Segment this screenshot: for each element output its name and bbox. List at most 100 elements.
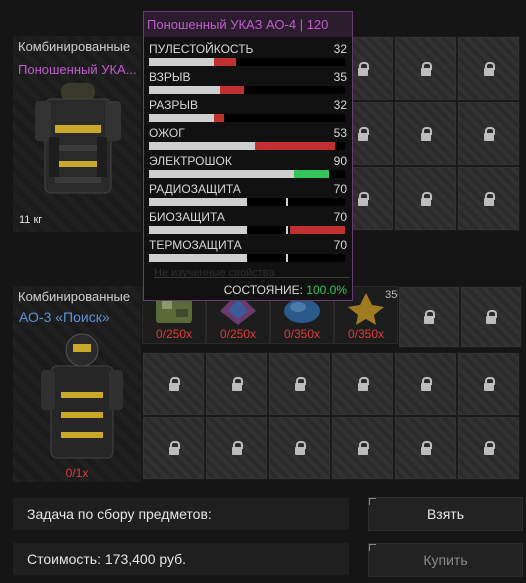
armor-vest-image [35,83,121,194]
stat-value: 90 [333,154,347,168]
ingredient-count: 0/350x [283,327,321,341]
stat-bar-fill [149,114,214,122]
stat-value: 70 [333,238,347,252]
lock-icon [483,441,495,455]
take-button-label: Взять [426,506,465,522]
top-item-card[interactable]: Комбинированные Поношенный УКА... 11 кг [13,36,141,232]
top-item-category: Комбинированные [18,39,131,54]
locked-slot [457,36,520,101]
bottom-item-name: АО-3 «Поиск» [19,309,110,325]
stat-bar-fill [149,58,214,66]
stat-row: РАДИОЗАЩИТА 70 [149,180,350,208]
stat-bar [149,142,345,150]
stat-bar-fill [149,198,247,206]
task-bar: Задача по сбору предметов: [13,498,349,530]
buy-button-label: Купить [423,552,468,568]
stat-bar-marker [286,254,288,262]
stat-bar-fill [149,254,247,262]
locked-slot [142,352,205,416]
bottom-item-category: Комбинированные [18,289,131,304]
cost-label: Стоимость: 173,400 руб. [27,551,187,567]
lock-icon [424,310,435,324]
locked-slot [394,36,457,101]
stat-bar [149,170,345,178]
take-button[interactable]: Взять [368,497,523,531]
lock-icon [420,191,432,206]
lock-icon [231,441,243,455]
stat-value: 70 [333,210,347,224]
condition-value: 100.0% [306,283,347,297]
locked-slot [142,416,205,480]
stat-row: БИОЗАЩИТА 70 [149,208,350,236]
lock-icon [168,377,180,391]
stat-bar [149,198,345,206]
stat-value: 32 [333,98,347,112]
stat-bar-bonus [294,170,329,178]
locked-slot [205,416,268,480]
lock-icon [357,191,369,206]
lock-icon [357,441,369,455]
button-corner-tl [369,498,376,505]
locked-slot [457,166,520,231]
stat-name: ПУЛЕСТОЙКОСТЬ [149,42,254,56]
bottom-item-card[interactable]: Комбинированные АО-3 «Поиск» 0/1x [13,286,141,482]
lock-icon [483,126,495,141]
lock-icon [294,377,306,391]
stat-bar [149,58,345,66]
ingredient-count: 0/250x [155,327,193,341]
stat-bar-fill [149,170,294,178]
stat-bar-penalty [214,58,236,66]
stat-row: РАЗРЫВ 32 [149,96,350,124]
lock-icon [420,377,432,391]
lock-icon [486,310,497,324]
stat-bar-penalty [255,142,335,150]
stat-value: 35 [333,70,347,84]
lock-icon [483,191,495,206]
lock-icon [357,61,369,76]
condition-label: СОСТОЯНИЕ: [223,283,303,297]
item-weight: 11 кг [19,214,43,226]
lock-icon [357,377,369,391]
ingredient-count: 0/250x [219,327,257,341]
item-tooltip: Поношенный УКАЗ АО-4 | 120 ПУЛЕСТОЙКОСТЬ… [143,11,353,301]
locked-slot [394,352,457,416]
button-corner-tl [369,544,376,551]
buy-button[interactable]: Купить [368,543,523,577]
armor-suit-image [41,333,123,459]
tooltip-title: Поношенный УКАЗ АО-4 | 120 [144,12,352,37]
bottom-item-count: 0/1x [65,466,89,480]
stat-name: БИОЗАЩИТА [149,210,225,224]
locked-slot [460,286,522,348]
stat-bar [149,254,345,262]
stat-bar-marker [286,198,288,206]
lock-icon [231,377,243,391]
stat-bar-fill [149,86,220,94]
cost-bar: Стоимость: 173,400 руб. [13,543,349,575]
top-item-name: Поношенный УКА... [18,62,137,77]
lock-icon [420,61,432,76]
lock-icon [420,441,432,455]
locked-slot [331,416,394,480]
stat-name: ЭЛЕКТРОШОК [149,154,232,168]
task-label: Задача по сбору предметов: [27,506,212,522]
stat-bar-penalty [290,226,345,234]
lock-icon [483,61,495,76]
locked-slot [268,352,331,416]
lock-icon [168,441,180,455]
stat-row: ПУЛЕСТОЙКОСТЬ 32 [149,40,350,68]
locked-slot [457,416,520,480]
lock-icon [420,126,432,141]
stat-bar-fill [149,226,247,234]
locked-slot [268,416,331,480]
stat-row: ОЖОГ 53 [149,124,350,152]
stat-row: ТЕРМОЗАЩИТА 70 [149,236,350,264]
stat-bar-penalty [214,114,224,122]
stat-bar [149,226,345,234]
lock-icon [357,126,369,141]
locked-slot [394,166,457,231]
stat-value: 70 [333,182,347,196]
locked-slot [457,352,520,416]
lock-icon [294,441,306,455]
stat-bar-penalty [220,86,244,94]
locked-slot [394,416,457,480]
